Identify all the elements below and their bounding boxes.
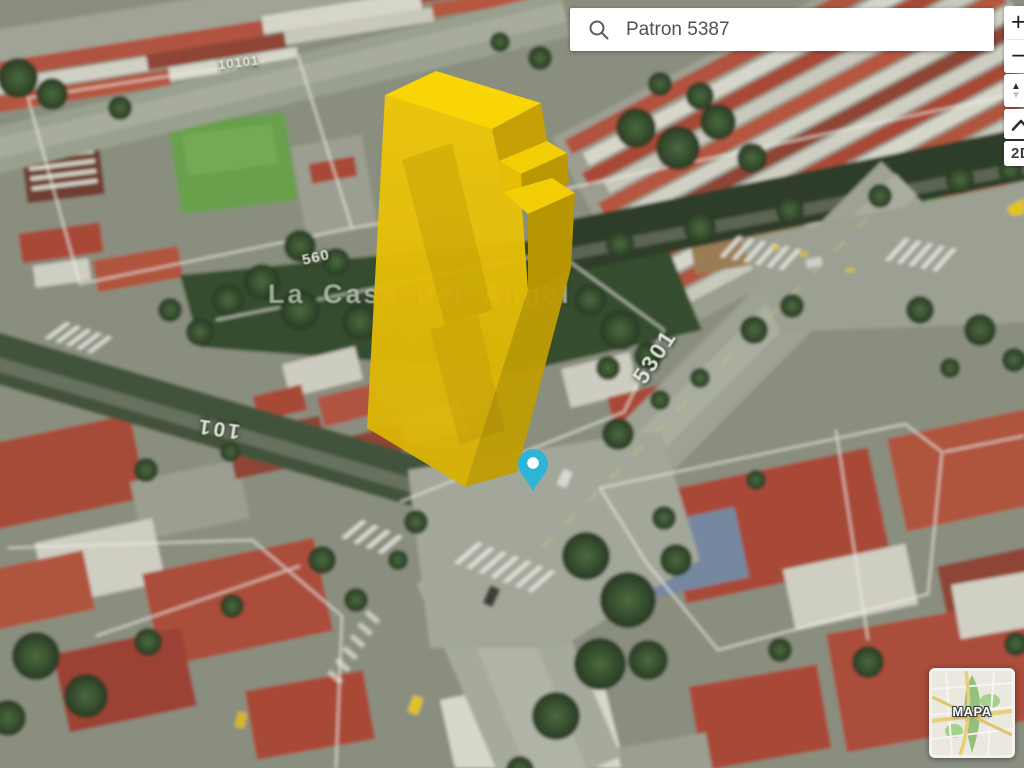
tilt-down-icon: ▼ bbox=[1011, 91, 1021, 100]
search-icon bbox=[588, 19, 610, 41]
zoom-in-button[interactable]: + bbox=[1004, 6, 1024, 39]
minimap-label: MAPA bbox=[932, 704, 1012, 719]
map-app-window: 10101 560 5301 101 La Casa del Angel bbox=[0, 0, 1024, 768]
search-bar bbox=[570, 8, 994, 51]
rotate-control-card bbox=[1004, 109, 1024, 139]
search-input[interactable] bbox=[624, 18, 982, 42]
mode-2d-card: 2D bbox=[1004, 141, 1024, 166]
zoom-out-button[interactable]: − bbox=[1004, 40, 1024, 73]
tilt-control-card: ▲ ▼ bbox=[1004, 74, 1024, 107]
zoom-controls: + − bbox=[1004, 6, 1024, 73]
mode-2d-button[interactable]: 2D bbox=[1004, 141, 1024, 166]
tilt-control[interactable]: ▲ ▼ bbox=[1004, 74, 1024, 107]
rotate-north-button[interactable] bbox=[1004, 109, 1024, 139]
minimap-toggle[interactable]: MAPA bbox=[929, 668, 1015, 758]
chevron-up-icon bbox=[1011, 118, 1024, 131]
